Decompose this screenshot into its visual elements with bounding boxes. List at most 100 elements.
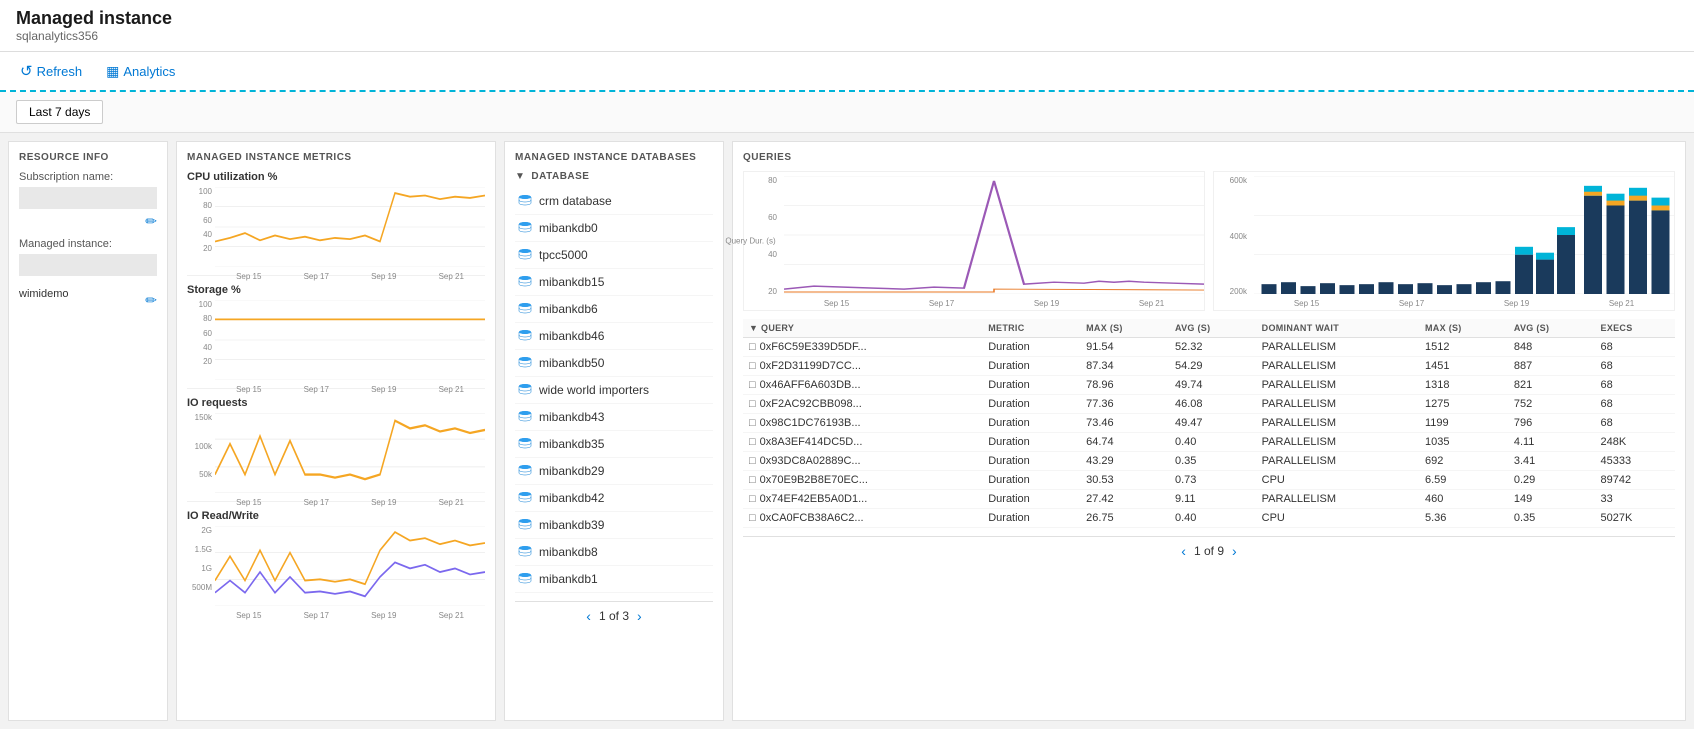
storage-chart-container: Storage % 100 80 60 40 20 bbox=[187, 284, 485, 389]
list-item[interactable]: mibankdb50 bbox=[515, 350, 713, 377]
cpu-x-sep19: Sep 19 bbox=[371, 272, 396, 281]
subscription-field: Subscription name: ✏ bbox=[19, 171, 157, 230]
list-item[interactable]: mibankdb1 bbox=[515, 566, 713, 593]
refresh-button[interactable]: ↺ Refresh bbox=[16, 56, 86, 86]
db-item-name: wide world importers bbox=[539, 383, 649, 397]
table-row[interactable]: □0xF2AC92CBB098...Duration77.3646.08PARA… bbox=[743, 395, 1675, 414]
list-item[interactable]: mibankdb0 bbox=[515, 215, 713, 242]
cpu-x-sep15: Sep 15 bbox=[236, 272, 261, 281]
storage-x-sep17: Sep 17 bbox=[304, 385, 329, 394]
database-icon bbox=[517, 544, 533, 560]
db-item-name: mibankdb46 bbox=[539, 329, 604, 343]
page-title: Managed instance bbox=[16, 8, 1678, 29]
db-prev-page[interactable]: ‹ bbox=[586, 608, 591, 624]
filter-bar: Last 7 days bbox=[0, 92, 1694, 133]
query-filter-icon[interactable]: ▼ bbox=[749, 323, 761, 333]
query-icon: □ bbox=[749, 512, 756, 524]
list-item[interactable]: mibankdb8 bbox=[515, 539, 713, 566]
subscription-label: Subscription name: bbox=[19, 171, 157, 183]
list-item[interactable]: mibankdb35 bbox=[515, 431, 713, 458]
database-icon bbox=[517, 436, 533, 452]
query-icon: □ bbox=[749, 493, 756, 505]
resource-info-title: RESOURCE INFO bbox=[19, 152, 157, 163]
db-item-name: mibankdb29 bbox=[539, 464, 604, 478]
database-icon bbox=[517, 301, 533, 317]
iorw-y-1g: 1G bbox=[187, 564, 212, 573]
iorw-y-2g: 2G bbox=[187, 526, 212, 535]
list-item[interactable]: mibankdb15 bbox=[515, 269, 713, 296]
list-item[interactable]: tpcc5000 bbox=[515, 242, 713, 269]
queries-next-page[interactable]: › bbox=[1232, 543, 1237, 559]
iorw-x-sep17: Sep 17 bbox=[304, 611, 329, 620]
table-row[interactable]: □0x93DC8A02889C...Duration43.290.35PARAL… bbox=[743, 452, 1675, 471]
list-item[interactable]: mibankdb6 bbox=[515, 296, 713, 323]
qw-y-200k: 200k bbox=[1214, 287, 1247, 296]
list-item[interactable]: mibankdb46 bbox=[515, 323, 713, 350]
subscription-edit-icon[interactable]: ✏ bbox=[19, 213, 157, 230]
list-item[interactable]: mibankdb43 bbox=[515, 404, 713, 431]
databases-panel: MANAGED INSTANCE DATABASES ▼ DATABASE cr… bbox=[504, 141, 724, 721]
queries-title: QUERIES bbox=[743, 152, 1675, 163]
database-icon bbox=[517, 517, 533, 533]
table-row[interactable]: □0xCA0FCB38A6C2...Duration26.750.40CPU5.… bbox=[743, 509, 1675, 528]
table-row[interactable]: □0x8A3EF414DC5D...Duration64.740.40PARAL… bbox=[743, 433, 1675, 452]
db-item-name: crm database bbox=[539, 194, 612, 208]
query-icon: □ bbox=[749, 398, 756, 410]
table-row[interactable]: □0xF6C59E339D5DF...Duration91.5452.32PAR… bbox=[743, 338, 1675, 357]
main-content: RESOURCE INFO Subscription name: ✏ Manag… bbox=[0, 133, 1694, 729]
query-icon: □ bbox=[749, 417, 756, 429]
query-icon: □ bbox=[749, 379, 756, 391]
list-item[interactable]: wide world importers bbox=[515, 377, 713, 404]
qd-y-60: 60 bbox=[744, 213, 777, 222]
qw-x-sep21: Sep 21 bbox=[1609, 299, 1634, 308]
db-next-page[interactable]: › bbox=[637, 608, 642, 624]
toolbar: ↺ Refresh ▦ Analytics bbox=[0, 52, 1694, 92]
resource-info-panel: RESOURCE INFO Subscription name: ✏ Manag… bbox=[8, 141, 168, 721]
managed-instance-field: Managed instance: wimidemo ✏ bbox=[19, 238, 157, 309]
analytics-button[interactable]: ▦ Analytics bbox=[102, 57, 179, 86]
storage-y-40: 40 bbox=[187, 343, 212, 352]
io-y-100k: 100k bbox=[187, 442, 212, 451]
queries-total-pages: 9 bbox=[1217, 544, 1224, 558]
query-icon: □ bbox=[749, 474, 756, 486]
io-x-sep15: Sep 15 bbox=[236, 498, 261, 507]
queries-prev-page[interactable]: ‹ bbox=[1181, 543, 1186, 559]
col-max-s: MAX (S) bbox=[1080, 319, 1169, 338]
queries-table: ▼ QUERY METRIC MAX (S) AVG (S) DOMINANT … bbox=[743, 319, 1675, 528]
list-item[interactable]: mibankdb39 bbox=[515, 512, 713, 539]
storage-x-sep21: Sep 21 bbox=[439, 385, 464, 394]
databases-title: MANAGED INSTANCE DATABASES bbox=[515, 152, 713, 163]
database-icon bbox=[517, 571, 533, 587]
table-row[interactable]: □0x74EF42EB5A0D1...Duration27.429.11PARA… bbox=[743, 490, 1675, 509]
cpu-y-100: 100 bbox=[187, 187, 212, 196]
time-range-button[interactable]: Last 7 days bbox=[16, 100, 103, 124]
db-column-header: ▼ DATABASE bbox=[515, 171, 713, 182]
iorw-y-500m: 500M bbox=[187, 583, 212, 592]
db-item-name: mibankdb35 bbox=[539, 437, 604, 451]
list-item[interactable]: mibankdb29 bbox=[515, 458, 713, 485]
qd-y-80: 80 bbox=[744, 176, 777, 185]
databases-pagination: ‹ 1 of 3 › bbox=[515, 601, 713, 624]
analytics-label: Analytics bbox=[123, 64, 175, 79]
io-y-50k: 50k bbox=[187, 470, 212, 479]
database-icon bbox=[517, 490, 533, 506]
list-item[interactable]: crm database bbox=[515, 188, 713, 215]
col-avg-s2: AVG (S) bbox=[1508, 319, 1595, 338]
iorw-x-sep21: Sep 21 bbox=[439, 611, 464, 620]
query-icon: □ bbox=[749, 436, 756, 448]
io-x-sep19: Sep 19 bbox=[371, 498, 396, 507]
cpu-chart-container: CPU utilization % 100 80 60 40 20 bbox=[187, 171, 485, 276]
storage-x-sep19: Sep 19 bbox=[371, 385, 396, 394]
list-item[interactable]: mibankdb42 bbox=[515, 485, 713, 512]
table-row[interactable]: □0x46AFF6A603DB...Duration78.9649.74PARA… bbox=[743, 376, 1675, 395]
filter-icon[interactable]: ▼ bbox=[515, 171, 525, 182]
db-total-pages: 3 bbox=[622, 609, 629, 623]
metrics-panel: MANAGED INSTANCE METRICS CPU utilization… bbox=[176, 141, 496, 721]
db-item-name: mibankdb50 bbox=[539, 356, 604, 370]
table-row[interactable]: □0x98C1DC76193B...Duration73.4649.47PARA… bbox=[743, 414, 1675, 433]
table-row[interactable]: □0xF2D31199D7CC...Duration87.3454.29PARA… bbox=[743, 357, 1675, 376]
table-row[interactable]: □0x70E9B2B8E70EC...Duration30.530.73CPU6… bbox=[743, 471, 1675, 490]
iorw-x-sep19: Sep 19 bbox=[371, 611, 396, 620]
qw-x-sep15: Sep 15 bbox=[1294, 299, 1319, 308]
qw-x-sep17: Sep 17 bbox=[1399, 299, 1424, 308]
